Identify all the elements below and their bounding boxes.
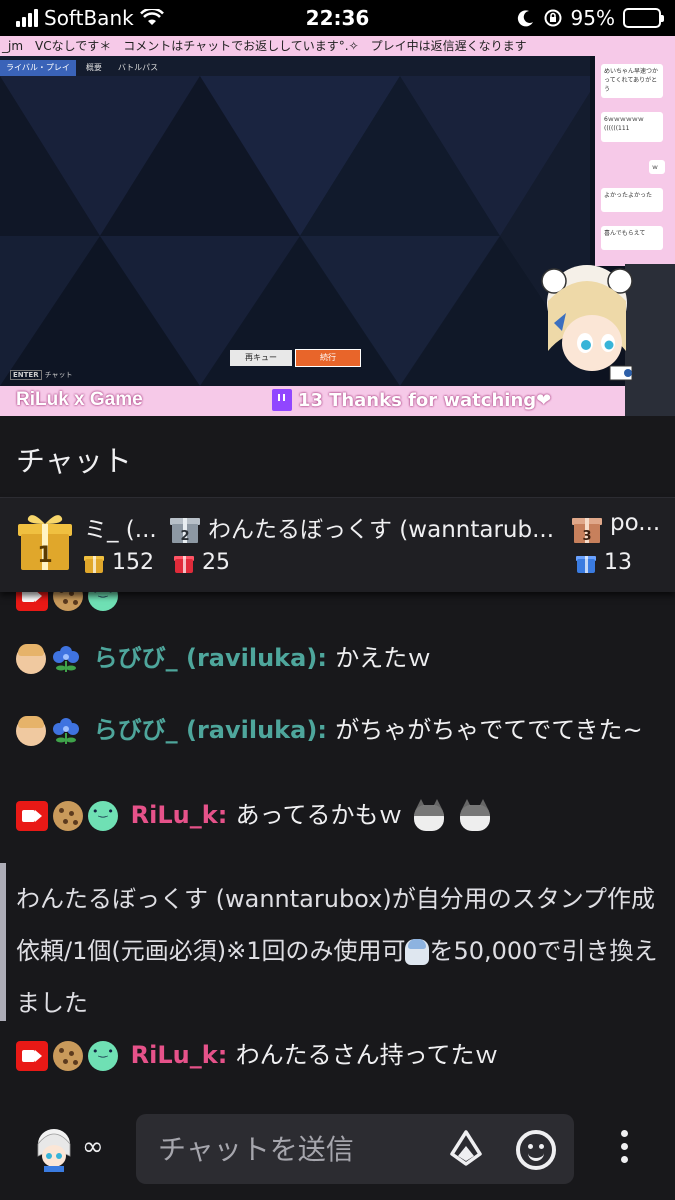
game-screen: ライバル・プレイ 概要 バトルパス 再キュー 続行 ENTER チャット: [0, 56, 590, 386]
game-tabs: ライバル・プレイ 概要 バトルパス: [0, 60, 164, 76]
chat-message: RiLu_k: わんたるさん持ってたｗ: [16, 1037, 665, 1073]
vtuber-mascot: [541, 265, 633, 381]
bronze-gift-icon: 3: [572, 518, 602, 544]
game-background: [0, 56, 590, 386]
game-continue-button: 続行: [295, 349, 361, 367]
game-chat-hint: ENTER チャット: [10, 370, 73, 380]
moderator-badge-icon: [16, 801, 48, 831]
overlay-bubble: ｗ: [649, 160, 665, 174]
chat-send-input[interactable]: [158, 1114, 448, 1184]
stream-footer-banner: RiLuk x Game 13 Thanks for watching❤: [0, 386, 625, 416]
leaderboard-name: po...: [610, 510, 661, 536]
leaderboard-entry-3[interactable]: 3 po... 13: [570, 510, 670, 575]
chat-message: RiLu_k: あってるかもｗ: [16, 797, 665, 835]
svg-text:3: 3: [582, 529, 591, 544]
status-bar: SoftBank 22:36 95%: [0, 0, 675, 36]
leaderboard-count: 152: [112, 550, 154, 575]
chat-input-container: [136, 1114, 574, 1184]
leaderboard-count: 13: [604, 550, 632, 575]
leaderboard-count: 25: [202, 550, 230, 575]
overlay-bubble: 6ｗｗｗｗｗｗ((((((111: [601, 112, 663, 142]
bits-icon[interactable]: [448, 1130, 484, 1168]
chat-text: あってるかもｗ: [235, 801, 403, 829]
channel-points-redemption: わんたるぼっくす (wanntarubox)が自分用のスタンプ作成依頼/1個(元…: [0, 863, 675, 1021]
stream-player[interactable]: _jm VCなしです＊ コメントはチャットでお返ししています°.✧ プレイ中は返…: [0, 36, 675, 416]
twitch-logo-icon: [272, 389, 292, 411]
chat-username[interactable]: RiLu_k: [131, 801, 218, 829]
moon-icon: [517, 10, 533, 27]
game-chat-label: チャット: [44, 371, 73, 379]
svg-text:1: 1: [37, 543, 52, 568]
stream-overlay-title: RiLuk x Game: [16, 389, 143, 410]
stamp-emote-icon: [405, 939, 430, 965]
game-tab-battlepass: バトルパス: [117, 63, 159, 72]
blob-badge-icon: [88, 1041, 118, 1071]
cat-emote-icon: [456, 797, 494, 835]
gift-icon: [174, 552, 194, 574]
chat-username[interactable]: らびび_ (raviluka): [94, 716, 318, 744]
chat-username[interactable]: RiLu_k: [131, 1041, 218, 1069]
chat-text: がちゃがちゃでてでてきた~: [335, 716, 643, 744]
chat-text: わんたるさん持ってたｗ: [235, 1041, 499, 1069]
gift-leaderboard[interactable]: 1 ミ_ (... 152 2 わんたるぼっくす (wanntarub... 2…: [0, 498, 675, 592]
chat-title: チャット: [16, 444, 132, 478]
chat-message-list[interactable]: らびび_ (raviluka): かえたｗ らびび_ (raviluka): が…: [0, 575, 675, 1100]
blob-badge-icon: [88, 801, 118, 831]
cookie-badge-icon: [53, 1041, 83, 1071]
gift-icon: [576, 552, 596, 574]
game-tab-rival: ライバル・プレイ: [0, 60, 76, 76]
emote-picker-button[interactable]: [516, 1130, 556, 1170]
infinity-badge: ∞: [82, 1132, 104, 1162]
overlay-bubble: めいちゃん早速つかってくれてありがとう: [601, 64, 663, 98]
leaderboard-name: わんたるぼっくす (wanntarub...: [208, 517, 553, 543]
gift-icon: [84, 552, 104, 574]
user-face-badge-icon: [16, 716, 46, 746]
chat-message: らびび_ (raviluka): かえたｗ: [16, 640, 665, 676]
thanks-text: Thanks for watching❤: [329, 389, 552, 411]
user-avatar-icon[interactable]: [34, 1126, 74, 1172]
cat-emote-icon: [410, 797, 448, 835]
gold-gift-icon: 1: [18, 515, 72, 570]
chat-message: らびび_ (raviluka): がちゃがちゃでてでてきた~: [16, 712, 665, 748]
battery-icon: [623, 8, 664, 28]
leaderboard-name: ミ_ (...: [84, 517, 157, 543]
game-tab-overview: 概要: [85, 63, 102, 72]
game-requeue-button: 再キュー: [230, 350, 292, 366]
chat-input-bar: ∞: [0, 1100, 675, 1200]
overlay-bubble: 喜んでもらえて: [601, 226, 663, 250]
stream-ticker: _jm VCなしです＊ コメントはチャットでお返ししています°.✧ プレイ中は返…: [0, 36, 595, 56]
blue-flower-badge-icon: [53, 646, 79, 672]
more-options-icon[interactable]: [612, 1130, 636, 1170]
user-face-badge-icon: [16, 644, 46, 674]
silver-gift-icon: 2: [170, 518, 200, 544]
chat-header: チャット: [0, 416, 675, 498]
cookie-badge-icon: [53, 801, 83, 831]
leaderboard-entry-2[interactable]: 2 わんたるぼっくす (wanntarub... 25: [168, 510, 558, 575]
moderator-badge-icon: [16, 1041, 48, 1071]
battery-percent: 95%: [570, 6, 615, 30]
game-chat-key: ENTER: [10, 370, 42, 380]
viewer-count: 13: [298, 389, 324, 411]
overlay-bubble: よかったよかった: [601, 188, 663, 212]
leaderboard-entry-1[interactable]: 1 ミ_ (... 152: [14, 510, 164, 575]
stream-chat-overlay: めいちゃん早速つかってくれてありがとう 6ｗｗｗｗｗｗ((((((111 ｗ よ…: [595, 36, 675, 266]
blue-flower-badge-icon: [53, 718, 79, 744]
svg-text:2: 2: [180, 529, 189, 544]
chat-text: かえたｗ: [335, 644, 432, 672]
chat-username[interactable]: らびび_ (raviluka): [94, 644, 318, 672]
rotation-lock-icon: [544, 9, 562, 27]
